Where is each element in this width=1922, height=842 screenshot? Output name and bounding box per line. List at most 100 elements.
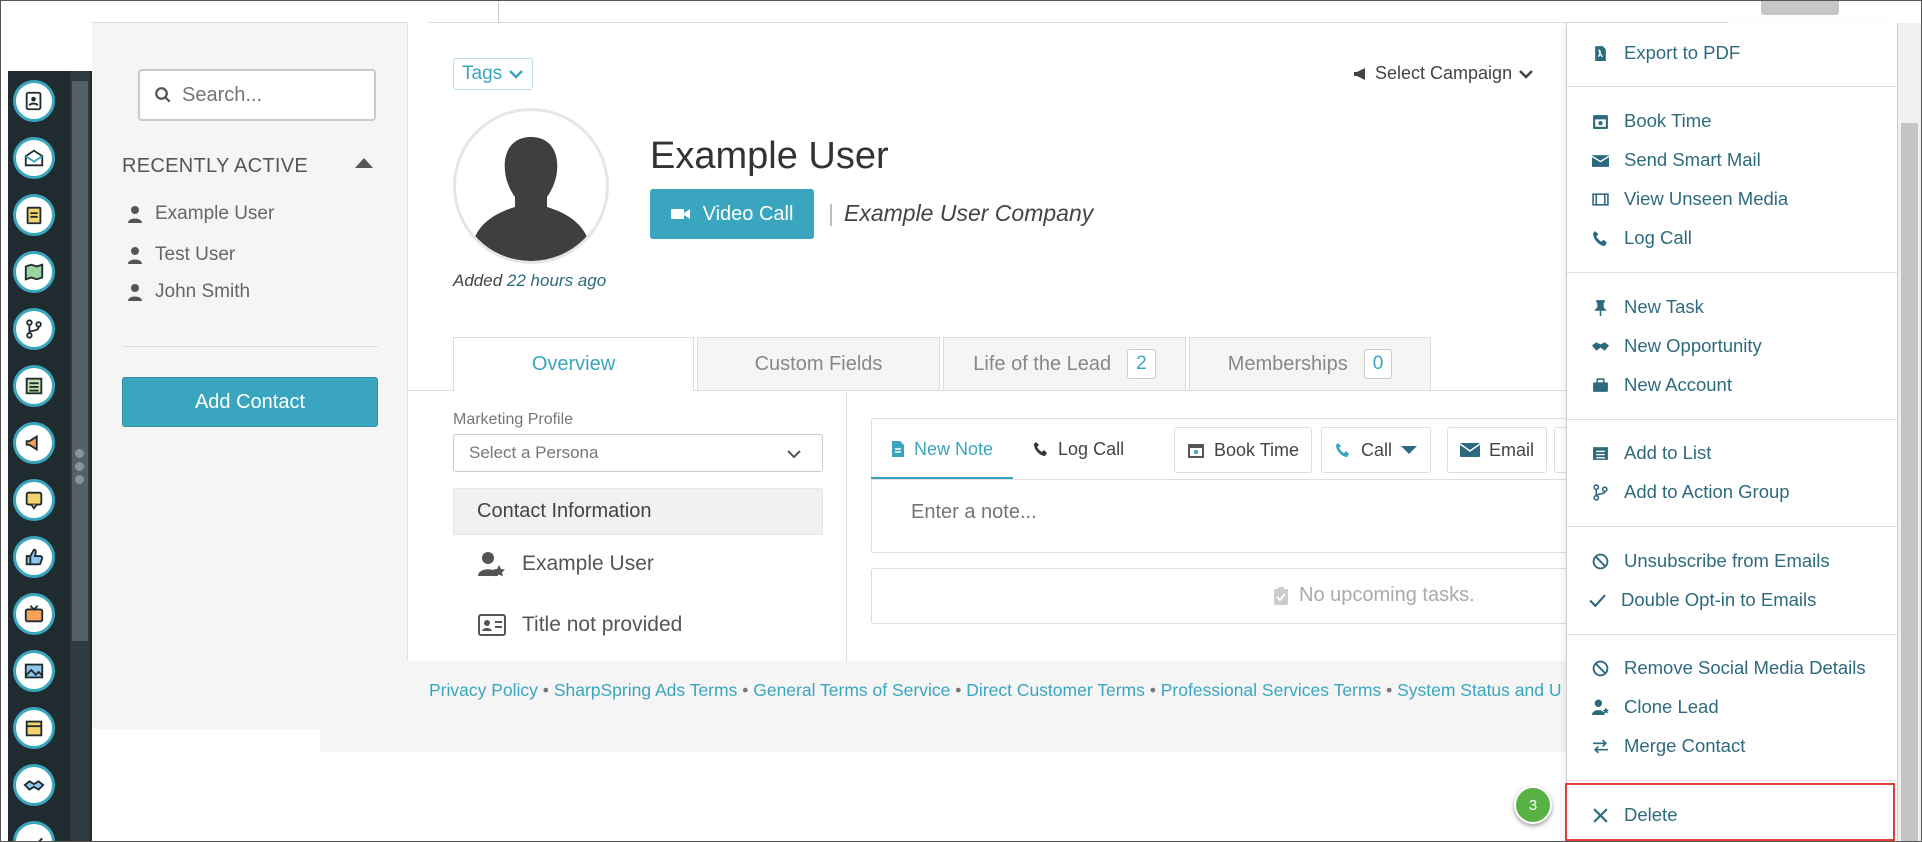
tags-dropdown[interactable]: Tags bbox=[453, 58, 534, 90]
menu-divider bbox=[1567, 86, 1897, 87]
company-name[interactable]: | Example User Company bbox=[828, 200, 1093, 227]
footer-link[interactable]: SharpSpring Ads Terms bbox=[554, 680, 738, 700]
video-camera-icon bbox=[670, 209, 690, 219]
tv-icon[interactable] bbox=[13, 593, 55, 635]
collapse-caret-icon[interactable] bbox=[355, 158, 373, 168]
footer-link[interactable]: Direct Customer Terms bbox=[966, 680, 1145, 700]
page-footer bbox=[320, 661, 1570, 752]
note-input[interactable] bbox=[911, 501, 1411, 524]
avatar[interactable] bbox=[453, 108, 609, 264]
search-input[interactable] bbox=[182, 83, 362, 107]
menu-item-add-to-list[interactable]: Add to List bbox=[1592, 442, 1711, 464]
footer-link[interactable]: System Status and U bbox=[1397, 680, 1561, 700]
recent-item[interactable]: Example User bbox=[127, 203, 274, 225]
menu-item-label: Remove Social Media Details bbox=[1624, 657, 1866, 678]
chart-icon[interactable] bbox=[13, 821, 55, 841]
inbox-icon[interactable] bbox=[13, 137, 55, 179]
select-campaign-label: Select Campaign bbox=[1375, 63, 1513, 83]
button-label: Call bbox=[1361, 439, 1393, 460]
calendar-icon bbox=[1188, 444, 1204, 458]
tab-overview[interactable]: Overview bbox=[453, 337, 694, 391]
envelope-icon bbox=[1592, 154, 1609, 167]
actions-toggle-button[interactable] bbox=[1761, 1, 1839, 15]
main-topbar bbox=[428, 1, 1728, 23]
branch-icon[interactable] bbox=[13, 308, 55, 350]
menu-item-unsubscribe[interactable]: Unsubscribe from Emails bbox=[1592, 550, 1830, 572]
image-icon[interactable] bbox=[13, 650, 55, 692]
bullet: • bbox=[1149, 680, 1156, 700]
menu-divider bbox=[1567, 272, 1897, 273]
dropdown-scrollbar[interactable] bbox=[1898, 23, 1921, 841]
dropdown-scroll-thumb[interactable] bbox=[1901, 123, 1918, 841]
email-button[interactable]: Email bbox=[1447, 427, 1548, 473]
pdf-icon bbox=[1595, 45, 1606, 61]
call-button[interactable]: Call bbox=[1321, 427, 1432, 473]
menu-item-new-task[interactable]: New Task bbox=[1592, 296, 1704, 318]
film-icon bbox=[1592, 192, 1609, 206]
menu-item-clone-lead[interactable]: Clone Lead bbox=[1592, 696, 1719, 718]
select-campaign-dropdown[interactable]: Select Campaign bbox=[1353, 63, 1540, 84]
menu-divider bbox=[1567, 526, 1897, 527]
rail-resize-handle[interactable] bbox=[75, 449, 85, 488]
menu-item-book-time[interactable]: Book Time bbox=[1592, 110, 1711, 132]
tab-new-note[interactable]: New Note bbox=[871, 418, 1014, 480]
menu-item-merge-contact[interactable]: Merge Contact bbox=[1592, 735, 1745, 757]
handshake-icon[interactable] bbox=[13, 764, 55, 806]
menu-item-new-opportunity[interactable]: New Opportunity bbox=[1592, 335, 1762, 357]
menu-item-add-to-action-group[interactable]: Add to Action Group bbox=[1592, 481, 1790, 503]
clipboard-icon[interactable] bbox=[13, 194, 55, 236]
menu-item-export-pdf[interactable]: Export to PDF bbox=[1592, 42, 1740, 64]
calendar-icon[interactable] bbox=[13, 707, 55, 749]
menu-item-view-unseen-media[interactable]: View Unseen Media bbox=[1592, 188, 1788, 210]
tab-custom-fields[interactable]: Custom Fields bbox=[697, 337, 940, 390]
user-icon bbox=[128, 206, 142, 223]
contact-name: Example User bbox=[650, 135, 889, 177]
chevron-down-icon bbox=[1519, 69, 1533, 79]
bullet: • bbox=[542, 680, 549, 700]
list-icon[interactable] bbox=[13, 365, 55, 407]
footer-link[interactable]: Professional Services Terms bbox=[1161, 680, 1381, 700]
recent-item[interactable]: John Smith bbox=[127, 281, 250, 303]
menu-item-label: Clone Lead bbox=[1624, 696, 1719, 717]
add-contact-button[interactable]: Add Contact bbox=[122, 377, 378, 427]
menu-item-log-call[interactable]: Log Call bbox=[1592, 227, 1692, 249]
footer-link[interactable]: Privacy Policy bbox=[429, 680, 538, 700]
tab-log-call[interactable]: Log Call bbox=[1013, 418, 1144, 480]
menu-item-send-smart-mail[interactable]: Send Smart Mail bbox=[1592, 149, 1761, 171]
left-panel: RECENTLY ACTIVE Example User Test User J… bbox=[92, 1, 408, 729]
footer-link[interactable]: General Terms of Service bbox=[753, 680, 950, 700]
contact-title-row[interactable]: Title not provided bbox=[478, 613, 682, 637]
thumbs-up-icon[interactable] bbox=[13, 536, 55, 578]
bullet: • bbox=[955, 680, 962, 700]
menu-item-double-opt-in[interactable]: Double Opt-in to Emails bbox=[1589, 589, 1816, 611]
chat-icon[interactable] bbox=[13, 479, 55, 521]
menu-item-new-account[interactable]: New Account bbox=[1592, 374, 1732, 396]
contact-name-row[interactable]: Example User bbox=[478, 551, 654, 577]
search-box[interactable] bbox=[138, 69, 376, 121]
menu-item-label: Add to Action Group bbox=[1624, 481, 1790, 502]
recent-item[interactable]: Test User bbox=[127, 244, 235, 266]
menu-item-label: Send Smart Mail bbox=[1624, 149, 1761, 170]
note-divider bbox=[871, 479, 1611, 480]
video-call-button[interactable]: Video Call bbox=[650, 189, 814, 239]
map-icon[interactable] bbox=[13, 251, 55, 293]
button-label: Email bbox=[1489, 439, 1535, 460]
chevron-down-icon bbox=[787, 450, 801, 459]
book-time-button[interactable]: Book Time bbox=[1174, 427, 1313, 473]
megaphone-icon[interactable] bbox=[13, 422, 55, 464]
caret-down-icon bbox=[1401, 446, 1418, 454]
tab-label: Overview bbox=[531, 353, 616, 375]
phone-icon bbox=[1034, 442, 1048, 456]
user-star-icon bbox=[478, 552, 505, 577]
user-icon bbox=[128, 247, 142, 264]
contacts-icon[interactable] bbox=[13, 80, 55, 122]
contact-title-value: Title not provided bbox=[522, 613, 683, 636]
column-divider bbox=[846, 391, 847, 661]
persona-select[interactable]: Select a Persona bbox=[453, 434, 823, 472]
menu-divider bbox=[1567, 634, 1897, 635]
menu-item-remove-social-media[interactable]: Remove Social Media Details bbox=[1592, 657, 1866, 679]
tab-memberships[interactable]: Memberships 0 bbox=[1189, 337, 1431, 390]
tab-life-of-the-lead[interactable]: Life of the Lead 2 bbox=[943, 337, 1186, 390]
tab-label: Log Call bbox=[1058, 438, 1125, 459]
rail-scroll-thumb[interactable] bbox=[72, 81, 88, 641]
